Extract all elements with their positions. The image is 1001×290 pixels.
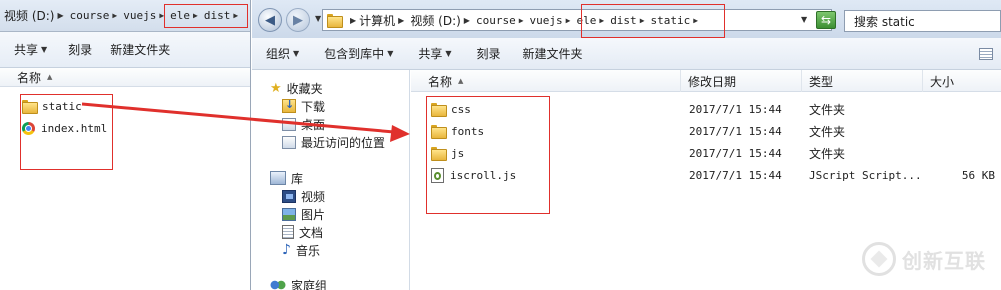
column-header-name[interactable]: 名称 ▲ [0,68,250,87]
nav-item-music[interactable]: ♪ 音乐 [282,241,320,259]
chevron-right-icon[interactable]: ▶ [159,11,164,20]
file-row-css[interactable]: css 2017/7/1 15:44 文件夹 [411,98,1001,120]
chevron-right-icon[interactable]: ▶ [398,16,404,25]
breadcrumb-item[interactable]: 视频 (D:) ▶ [410,12,473,29]
address-history-dropdown[interactable]: ▼ [801,15,807,24]
downloads-folder-icon [282,98,296,113]
right-navigation-bar: ◀ ▶ ▼ ▶ 计算机 ▶ 视频 (D:) ▶ course ▶ vuejs ▶ ele… [252,0,1001,38]
folder-icon [431,102,447,117]
burn-button[interactable]: 刻录 [68,41,92,58]
view-options-icon[interactable] [979,48,993,60]
documents-library-icon [282,225,294,239]
chevron-right-icon[interactable]: ▶ [519,16,524,25]
breadcrumb-item[interactable]: ele ▶ [170,9,201,22]
recent-pages-dropdown[interactable]: ▼ [315,14,321,23]
chevron-right-icon[interactable]: ▶ [566,16,571,25]
organize-button[interactable]: 组织 ▼ [266,45,302,62]
chrome-file-icon [22,121,35,135]
watermark: 创新互联 [862,242,986,276]
breadcrumb-item[interactable]: ele ▶ [576,14,607,27]
sort-ascending-icon: ▲ [47,73,53,81]
sort-ascending-icon: ▲ [458,77,464,85]
chevron-right-icon[interactable]: ▶ [193,11,198,20]
breadcrumb-item[interactable]: 计算机 ▶ [359,12,407,29]
breadcrumb-item[interactable]: vuejs ▶ [530,14,574,27]
navigation-pane: ★ 收藏夹 下载 桌面 最近访问的位置 库 视频 图片 文档 [252,70,410,290]
recent-places-icon [282,135,296,149]
homegroup-icon [270,279,286,290]
watermark-logo-icon [862,242,896,276]
chevron-down-icon: ▼ [387,49,394,58]
file-list-header: 名称 ▲ 修改日期 类型 大小 [411,70,1001,92]
folder-icon [327,13,343,28]
forward-button[interactable]: ▶ [286,8,310,32]
search-input[interactable]: 搜索 static [844,10,1001,32]
chevron-right-icon[interactable]: ▶ [112,11,117,20]
share-button[interactable]: 共享 ▼ [14,41,50,58]
new-folder-button[interactable]: 新建文件夹 [523,45,583,62]
burn-button[interactable]: 刻录 [477,45,501,62]
nav-item-downloads[interactable]: 下载 [282,97,325,115]
refresh-icon[interactable]: ⇆ [816,11,836,29]
folder-icon [431,124,447,139]
column-header-size[interactable]: 大小 [923,70,1001,92]
breadcrumb-item[interactable]: dist ▶ [204,9,241,22]
chevron-down-icon: ▼ [293,49,300,58]
desktop-icon [282,117,296,131]
breadcrumb-item[interactable]: 视频 (D:) ▶ [4,7,67,24]
new-folder-button[interactable]: 新建文件夹 [110,41,170,58]
chevron-right-icon[interactable]: ▶ [57,11,63,20]
column-header-type[interactable]: 类型 [802,70,923,92]
back-button[interactable]: ◀ [258,8,282,32]
star-icon: ★ [270,80,282,96]
file-row-index-html[interactable]: index.html [22,118,107,138]
include-in-library-button[interactable]: 包含到库中 ▼ [324,45,396,62]
jscript-file-icon [431,167,444,183]
nav-item-desktop[interactable]: 桌面 [282,115,325,133]
breadcrumb-item[interactable]: static ▶ [651,14,702,27]
left-address-bar[interactable]: 视频 (D:) ▶ course ▶ vuejs ▶ ele ▶ dist ▶ [0,0,250,32]
chevron-right-icon[interactable]: ▶ [599,16,604,25]
chevron-right-icon[interactable]: ▶ [693,16,698,25]
chevron-down-icon: ▼ [41,45,48,54]
library-icon [270,171,286,185]
right-address-bar[interactable]: ▶ 计算机 ▶ 视频 (D:) ▶ course ▶ vuejs ▶ ele ▶ dist… [322,9,832,31]
folder-icon [22,99,38,114]
column-header-name[interactable]: 名称 ▲ [411,70,681,92]
nav-item-videos[interactable]: 视频 [282,187,325,205]
share-button[interactable]: 共享 ▼ [418,45,454,62]
chevron-right-icon[interactable]: ▶ [350,16,356,25]
file-row-iscroll-js[interactable]: iscroll.js 2017/7/1 15:44 JScript Script… [411,164,1001,186]
right-command-bar: 组织 ▼ 包含到库中 ▼ 共享 ▼ 刻录 新建文件夹 [252,38,1001,70]
pictures-library-icon [282,207,296,221]
chevron-right-icon[interactable]: ▶ [640,16,645,25]
left-explorer-window: 视频 (D:) ▶ course ▶ vuejs ▶ ele ▶ dist ▶ 共享 ▼ 刻… [0,0,251,290]
left-command-bar: 共享 ▼ 刻录 新建文件夹 [0,32,250,68]
chevron-down-icon: ▼ [445,49,452,58]
nav-item-recent-places[interactable]: 最近访问的位置 [282,133,385,151]
file-row-js[interactable]: js 2017/7/1 15:44 文件夹 [411,142,1001,164]
breadcrumb-item[interactable]: dist ▶ [610,14,647,27]
chevron-right-icon[interactable]: ▶ [233,11,238,20]
videos-library-icon [282,189,296,203]
breadcrumb-item[interactable]: vuejs ▶ [123,9,167,22]
chevron-right-icon[interactable]: ▶ [464,16,470,25]
file-row-fonts[interactable]: fonts 2017/7/1 15:44 文件夹 [411,120,1001,142]
file-row-static[interactable]: static [22,96,82,116]
music-note-icon: ♪ [282,242,291,258]
nav-item-documents[interactable]: 文档 [282,223,323,241]
nav-libraries[interactable]: 库 [270,169,303,187]
nav-item-pictures[interactable]: 图片 [282,205,325,223]
folder-icon [431,146,447,161]
breadcrumb-item[interactable]: course ▶ [70,9,121,22]
nav-favorites[interactable]: ★ 收藏夹 [270,79,323,97]
nav-homegroup[interactable]: 家庭组 [270,276,327,290]
breadcrumb-item[interactable]: course ▶ [476,14,527,27]
column-header-modified[interactable]: 修改日期 [681,70,802,92]
